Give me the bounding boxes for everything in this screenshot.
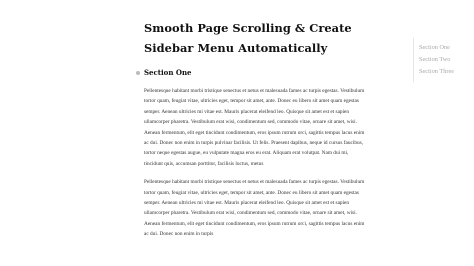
sidebar-item-section-one[interactable]: Section One — [419, 42, 474, 54]
section-paragraph-1: Pellentesque habitant morbi tristique se… — [144, 88, 365, 167]
sidebar-menu: Section One Section Two Section Three — [413, 38, 474, 82]
article: Smooth Page Scrolling & Create Sidebar M… — [136, 18, 366, 248]
section-heading: Section One — [136, 68, 366, 78]
sidebar-item-section-three[interactable]: Section Three — [419, 66, 474, 78]
sidebar-item-section-two[interactable]: Section Two — [419, 54, 474, 66]
section-paragraph-2: Pellentesque habitant morbi tristique se… — [144, 179, 365, 238]
section-heading-label: Section One — [144, 68, 192, 77]
page-title: Smooth Page Scrolling & Create Sidebar M… — [144, 21, 352, 55]
section-bullet-icon — [136, 71, 140, 75]
